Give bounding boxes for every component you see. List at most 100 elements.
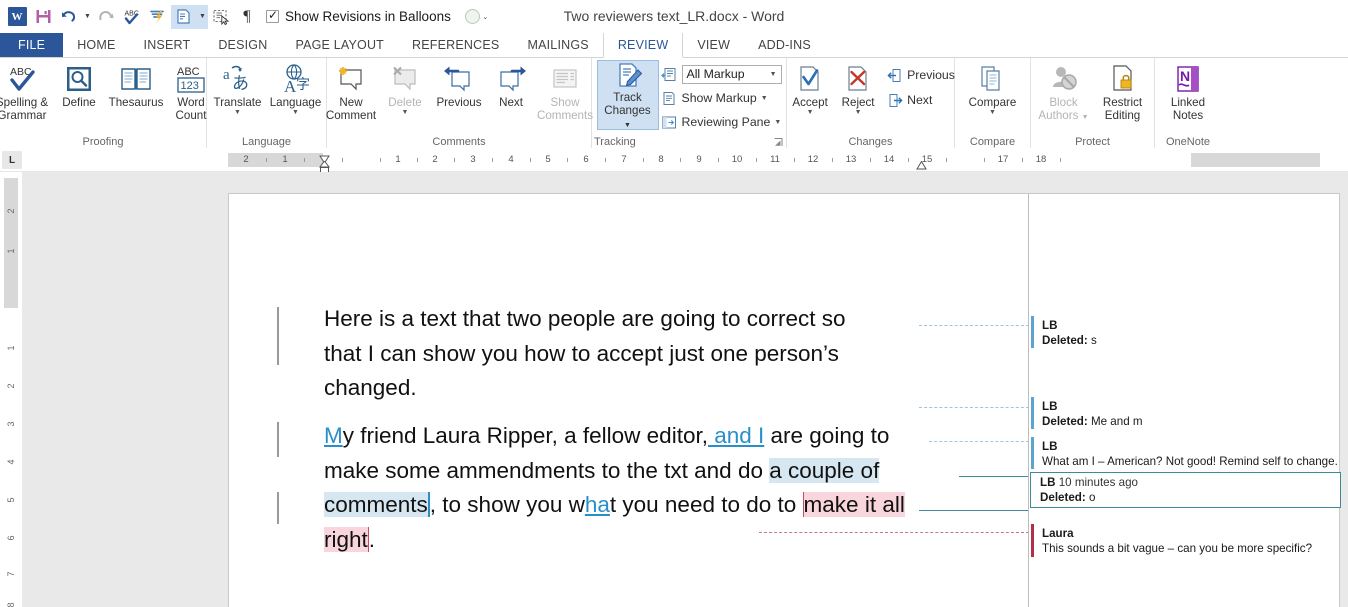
reject-caret[interactable]: ▼ bbox=[855, 109, 862, 117]
group-label-onenote: OneNote bbox=[1155, 136, 1221, 148]
horizontal-ruler[interactable]: L 2 1 1 2 3 4 5 6 7 8 9 10 11 12 13 14 1… bbox=[0, 148, 1348, 172]
paragraph-mark-icon[interactable]: ¶ bbox=[234, 5, 260, 29]
tab-view[interactable]: VIEW bbox=[683, 33, 744, 57]
insertion-ha: ha bbox=[585, 492, 610, 517]
compare-caret[interactable]: ▼ bbox=[989, 109, 996, 117]
tab-references[interactable]: REFERENCES bbox=[398, 33, 513, 57]
accept-check-icon bbox=[795, 62, 825, 96]
show-markup-row[interactable]: Show Markup ▼ bbox=[661, 87, 782, 109]
ruler-mark-left-1: 1 bbox=[282, 153, 287, 167]
reject-button[interactable]: Reject ▼ bbox=[834, 60, 882, 117]
paragraph-1[interactable]: Here is a text that two people are going… bbox=[324, 302, 924, 406]
touch-mouse-mode-icon[interactable] bbox=[465, 9, 480, 24]
block-authors-label-2: Authors ▼ bbox=[1038, 109, 1088, 124]
connector-deleted-o-top bbox=[959, 476, 1029, 477]
display-for-review-row[interactable]: All Markup ▼ bbox=[661, 63, 782, 85]
thesaurus-button[interactable]: Thesaurus bbox=[105, 60, 167, 109]
delete-comment-caret[interactable]: ▼ bbox=[402, 109, 409, 117]
tab-page-layout[interactable]: PAGE LAYOUT bbox=[281, 33, 398, 57]
reviewing-pane-caret[interactable]: ▼ bbox=[774, 119, 781, 126]
show-comments-button[interactable]: Show Comments bbox=[534, 60, 596, 122]
track-changes-button[interactable]: Track Changes ▼ bbox=[597, 60, 659, 130]
ribbon-group-tracking: Track Changes ▼ All Markup ▼ bbox=[592, 58, 787, 148]
new-comment-button[interactable]: New Comment bbox=[322, 60, 380, 122]
tab-design[interactable]: DESIGN bbox=[204, 33, 281, 57]
arrow-left-note-icon bbox=[442, 62, 476, 96]
undo-dropdown-caret[interactable]: ▼ bbox=[82, 5, 93, 29]
show-revisions-in-balloons-checkbox[interactable]: Show Revisions in Balloons bbox=[266, 9, 451, 24]
translate-button[interactable]: aあ Translate ▼ bbox=[209, 60, 267, 117]
arrow-right-note-icon bbox=[494, 62, 528, 96]
balloon-author-4: LB 10 minutes ago bbox=[1040, 475, 1340, 490]
show-markup-caret[interactable]: ▼ bbox=[761, 95, 768, 102]
vertical-ruler[interactable]: 2 1 1 2 3 4 5 6 7 8 bbox=[0, 178, 22, 607]
previous-change-row[interactable]: Previous bbox=[886, 64, 955, 86]
language-caret[interactable]: ▼ bbox=[292, 109, 299, 117]
save-icon[interactable] bbox=[30, 5, 56, 29]
display-for-review-caret[interactable]: ▼ bbox=[770, 71, 777, 78]
delete-comment-icon bbox=[388, 62, 422, 96]
previous-comment-button[interactable]: Previous bbox=[430, 60, 488, 109]
track-changes-label-2: Changes ▼ bbox=[600, 104, 656, 132]
track-changes-dropdown-caret[interactable]: ▼ bbox=[197, 5, 208, 29]
next-comment-button[interactable]: Next bbox=[488, 60, 534, 109]
block-authors-label-1: Block bbox=[1049, 96, 1077, 109]
tab-mailings[interactable]: MAILINGS bbox=[513, 33, 602, 57]
redo-icon[interactable] bbox=[93, 5, 119, 29]
translate-caret[interactable]: ▼ bbox=[234, 109, 241, 117]
ruler-mark-8: 8 bbox=[658, 153, 663, 167]
spelling-icon[interactable]: ABC bbox=[119, 5, 145, 29]
track-changes-icon[interactable] bbox=[171, 5, 197, 29]
balloon-deleted-s[interactable]: LB Deleted: s bbox=[1031, 316, 1340, 350]
tab-insert[interactable]: INSERT bbox=[130, 33, 205, 57]
block-authors-button[interactable]: Block Authors ▼ bbox=[1034, 60, 1094, 124]
group-label-language: Language bbox=[207, 136, 326, 148]
select-icon[interactable] bbox=[208, 5, 234, 29]
balloon-deleted-o[interactable]: LB 10 minutes ago Deleted: o bbox=[1030, 472, 1341, 508]
balloon-deleted-me-and-m[interactable]: LB Deleted: Me and m bbox=[1031, 397, 1340, 431]
define-button[interactable]: Define bbox=[53, 60, 105, 109]
svg-text:123: 123 bbox=[181, 80, 199, 92]
display-for-review-combo[interactable]: All Markup ▼ bbox=[682, 65, 782, 84]
spelling-grammar-label-1: Spelling & bbox=[0, 96, 48, 109]
tab-home[interactable]: HOME bbox=[63, 33, 129, 57]
vruler-mark-3: 3 bbox=[6, 417, 16, 431]
document-text-column[interactable]: Here is a text that two people are going… bbox=[229, 194, 1027, 607]
vruler-mark-7: 7 bbox=[6, 567, 16, 581]
compare-button[interactable]: Compare ▼ bbox=[960, 60, 1026, 117]
svg-text:字: 字 bbox=[296, 77, 310, 93]
undo-icon[interactable] bbox=[56, 5, 82, 29]
tab-review[interactable]: REVIEW bbox=[603, 33, 684, 58]
delete-comment-button[interactable]: Delete ▼ bbox=[380, 60, 430, 117]
restrict-editing-button[interactable]: Restrict Editing bbox=[1094, 60, 1152, 122]
customize-qat-caret[interactable]: ⌄ bbox=[480, 5, 491, 29]
tracking-dialog-launcher[interactable] bbox=[774, 138, 783, 147]
reject-x-icon bbox=[843, 62, 873, 96]
text-seg-1: y friend Laura Ripper, a fellow editor, bbox=[343, 423, 708, 448]
quick-print-icon[interactable] bbox=[145, 5, 171, 29]
tab-selector-button[interactable]: L bbox=[2, 151, 22, 169]
reviewing-pane-row[interactable]: Reviewing Pane ▼ bbox=[661, 111, 782, 133]
accept-button[interactable]: Accept ▼ bbox=[786, 60, 834, 117]
linked-notes-button[interactable]: N Linked Notes bbox=[1159, 60, 1217, 122]
ribbon-group-compare: Compare ▼ Compare bbox=[955, 58, 1031, 148]
accept-caret[interactable]: ▼ bbox=[807, 109, 814, 117]
balloon-bar-3 bbox=[1031, 437, 1034, 469]
thesaurus-label: Thesaurus bbox=[109, 96, 164, 109]
spelling-grammar-button[interactable]: ABC Spelling & Grammar bbox=[0, 60, 53, 122]
tab-file[interactable]: FILE bbox=[0, 33, 63, 57]
balloon-text-2: Deleted: Me and m bbox=[1042, 414, 1340, 429]
language-button[interactable]: A字 Language ▼ bbox=[267, 60, 325, 117]
next-change-row[interactable]: Next bbox=[886, 89, 955, 111]
balloon-comment-what-am-i[interactable]: LB What am I – American? Not good! Remin… bbox=[1031, 437, 1340, 471]
ruler-track[interactable]: 2 1 1 2 3 4 5 6 7 8 9 10 11 12 13 14 15 … bbox=[228, 153, 1320, 167]
change-bar-1 bbox=[277, 307, 279, 365]
balloon-comment-vague[interactable]: Laura This sounds a bit vague – can you … bbox=[1031, 524, 1340, 558]
restrict-editing-label-2: Editing bbox=[1105, 109, 1140, 122]
document-page[interactable]: Here is a text that two people are going… bbox=[228, 193, 1340, 607]
markup-balloon-column[interactable]: LB Deleted: s LB Deleted: Me and m LB bbox=[1028, 194, 1341, 607]
paragraph-2[interactable]: My friend Laura Ripper, a fellow editor,… bbox=[324, 419, 944, 557]
tab-add-ins[interactable]: ADD-INS bbox=[744, 33, 825, 57]
hanging-indent-marker[interactable] bbox=[319, 160, 329, 170]
show-comments-icon bbox=[549, 62, 581, 96]
